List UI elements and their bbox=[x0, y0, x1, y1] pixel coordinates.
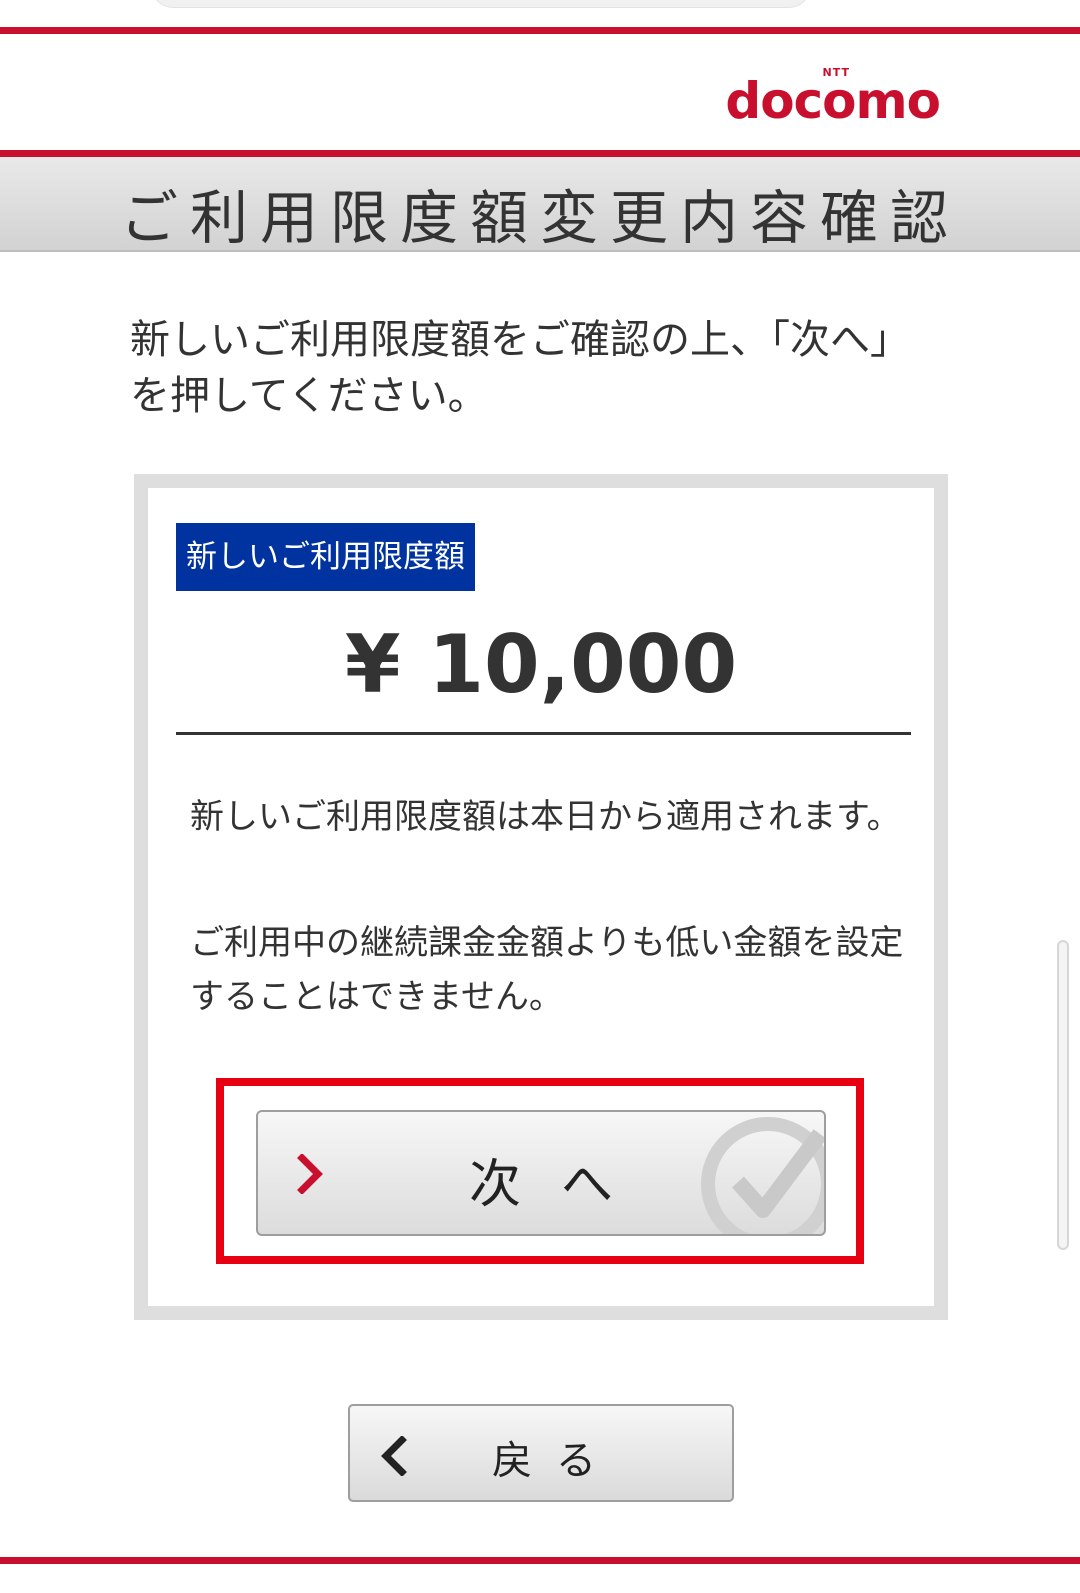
address-bar-edge[interactable] bbox=[150, 0, 812, 8]
page-header: ご利用限度額変更内容確認 bbox=[0, 150, 1080, 252]
page-title: ご利用限度額変更内容確認 bbox=[119, 184, 960, 252]
top-accent-line bbox=[0, 27, 1080, 34]
docomo-logo[interactable]: docomo bbox=[725, 72, 941, 130]
check-circle-icon bbox=[688, 1112, 824, 1234]
new-limit-badge: 新しいご利用限度額 bbox=[176, 523, 475, 591]
restriction-note: ご利用中の継続課金金額よりも低い金額を設定することはできません。 bbox=[190, 923, 904, 1017]
limit-amount: ¥ 10,000 bbox=[344, 618, 738, 711]
page: NTT docomo ご利用限度額変更内容確認 新しいご利用限度額をご確認の上、… bbox=[0, 0, 1080, 1593]
next-button[interactable]: 次へ bbox=[256, 1110, 826, 1236]
divider bbox=[176, 732, 911, 735]
apply-date-note: 新しいご利用限度額は本日から適用されます。 bbox=[190, 797, 901, 837]
bottom-accent-line bbox=[0, 1557, 1080, 1564]
scrollbar[interactable] bbox=[1057, 940, 1069, 1250]
back-button[interactable]: 戻る bbox=[348, 1404, 734, 1502]
back-button-label: 戻る bbox=[492, 1438, 620, 1484]
brand-header: NTT docomo bbox=[0, 34, 1080, 150]
instruction-text: 新しいご利用限度額をご確認の上、「次へ」を押してください。 bbox=[130, 317, 910, 419]
